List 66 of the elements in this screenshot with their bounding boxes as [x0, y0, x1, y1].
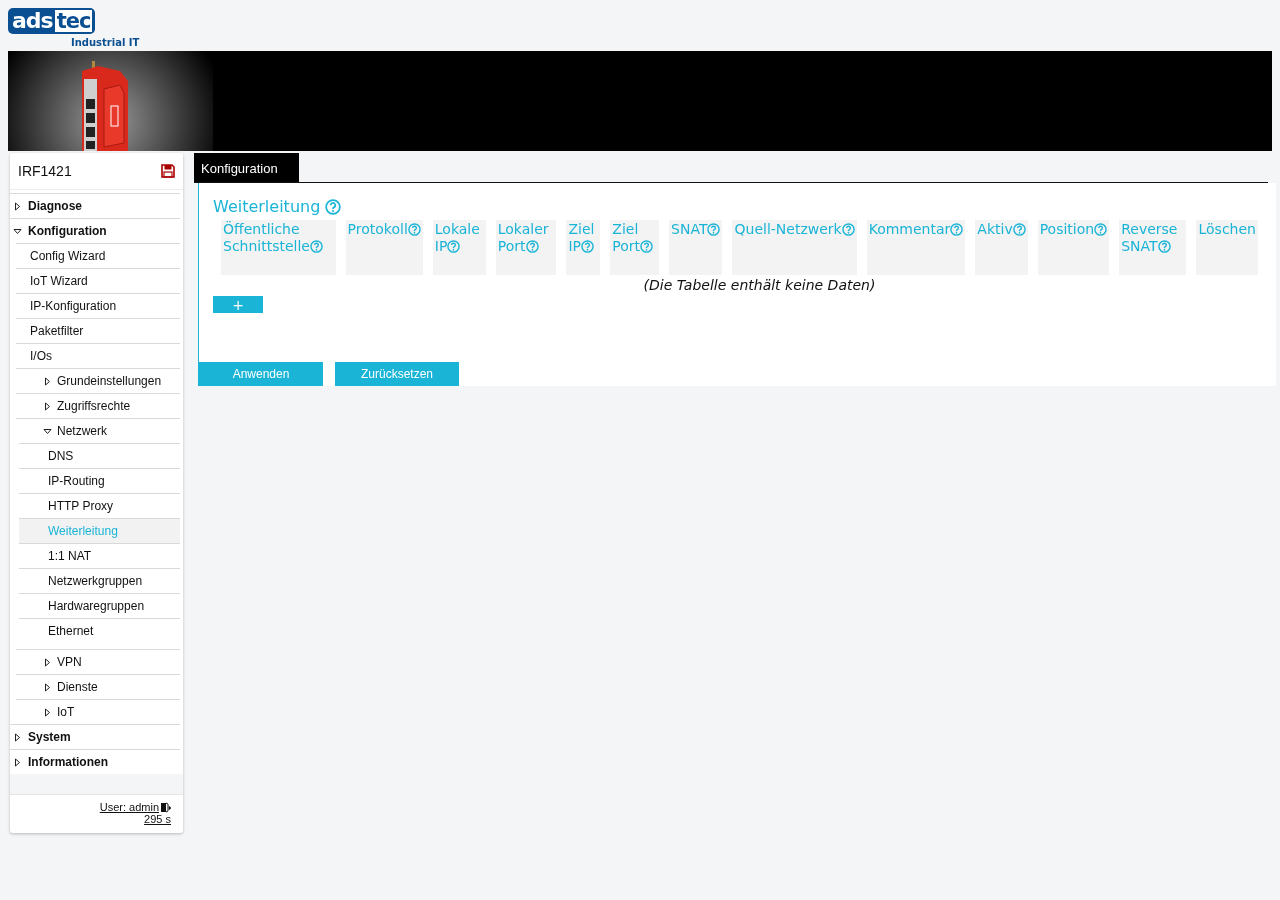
logo-tagline: Industrial IT [71, 37, 140, 49]
column-header: Lokale IP [432, 220, 486, 275]
column-header: Ziel IP [566, 220, 601, 275]
column-header: Löschen [1196, 220, 1258, 275]
help-icon[interactable] [1157, 240, 1171, 253]
nav-item[interactable]: Config Wizard [16, 243, 180, 268]
column-header: SNAT [669, 220, 723, 275]
nav-item[interactable]: Ethernet [19, 618, 180, 643]
help-icon[interactable] [841, 223, 855, 236]
nav-group[interactable]: VPN [16, 649, 180, 674]
nav-item[interactable]: Netzwerkgruppen [19, 568, 180, 593]
device-name: IRF1421 [18, 163, 72, 179]
column-header: Aktiv [975, 220, 1028, 275]
user-link[interactable]: User: admin [99, 801, 171, 813]
nav-item[interactable]: DNS [19, 443, 180, 468]
nav-group[interactable]: Netzwerk [16, 418, 180, 443]
column-header: Position [1037, 220, 1110, 275]
help-icon[interactable] [1012, 223, 1026, 236]
nav-item[interactable]: IP-Konfiguration [16, 293, 180, 318]
help-icon[interactable] [447, 240, 461, 253]
nav-section[interactable]: System [10, 724, 180, 749]
nav-item[interactable]: Paketfilter [16, 318, 180, 343]
help-icon[interactable] [581, 240, 595, 253]
caret-right-icon [43, 657, 52, 667]
nav-item[interactable]: IoT Wizard [16, 268, 180, 293]
nav-group[interactable]: Dienste [16, 674, 180, 699]
column-header: Ziel Port [610, 220, 660, 275]
help-icon[interactable] [950, 223, 964, 236]
column-header: Quell-Netzwerk [732, 220, 857, 275]
nav-section[interactable]: Diagnose [10, 193, 180, 218]
tab[interactable]: Konfiguration [194, 153, 299, 182]
help-icon[interactable] [407, 223, 421, 236]
caret-right-icon [43, 376, 52, 386]
caret-down-icon [43, 426, 52, 436]
empty-table-message: (Die Tabelle enthält keine Daten) [643, 277, 876, 293]
help-icon[interactable] [310, 240, 323, 253]
caret-down-icon [13, 226, 22, 236]
caret-right-icon [13, 201, 22, 211]
nav-group[interactable]: Zugriffsrechte [16, 393, 180, 418]
section-title: Weiterleitung [213, 197, 321, 216]
help-icon[interactable] [525, 240, 539, 253]
column-header: Protokoll [345, 220, 423, 275]
nav-group[interactable]: IoT [16, 699, 180, 724]
nav-item[interactable]: IP-Routing [19, 468, 180, 493]
nav-item[interactable]: 1:1 NAT [19, 543, 180, 568]
nav-group[interactable]: Grundeinstellungen [16, 368, 180, 393]
session-timer[interactable]: 295 s [144, 813, 171, 825]
help-icon[interactable] [640, 240, 654, 253]
column-header: Kommentar [866, 220, 966, 275]
nav-item[interactable]: I/Os [16, 343, 180, 368]
logout-icon [160, 801, 171, 813]
caret-right-icon [13, 757, 22, 767]
column-header: Lokaler Port [495, 220, 557, 275]
logo: ads tec [8, 8, 96, 34]
save-icon[interactable] [161, 164, 175, 178]
column-header: Reverse SNAT [1119, 220, 1187, 275]
nav-item[interactable]: Hardwaregruppen [19, 593, 180, 618]
nav-section[interactable]: Konfiguration [10, 218, 180, 243]
caret-right-icon [13, 732, 22, 742]
help-icon[interactable] [325, 198, 342, 215]
caret-right-icon [43, 401, 52, 411]
help-icon[interactable] [707, 223, 721, 236]
caret-right-icon [43, 682, 52, 692]
column-header: Öffentliche Schnittstelle [221, 220, 336, 275]
caret-right-icon [43, 707, 52, 717]
help-icon[interactable] [1094, 223, 1108, 236]
